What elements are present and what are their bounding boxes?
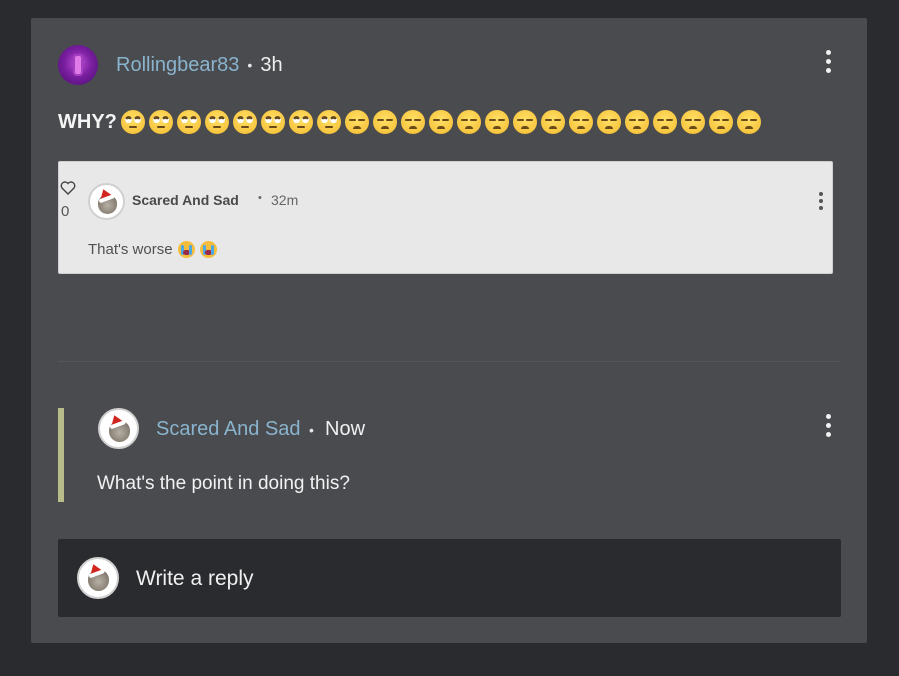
- unamused-emoji-icon: [680, 110, 705, 134]
- unamused-emoji-icon: [652, 110, 677, 134]
- post-card: Rollingbear83 • 3h WHY? 0 Scared And Sad…: [31, 18, 867, 643]
- unamused-emoji-icon: [736, 110, 761, 134]
- reply-text: What's the point in doing this?: [97, 473, 350, 494]
- unamused-emoji-icon: [428, 110, 453, 134]
- rolling-eyes-emoji-icon: [176, 110, 201, 134]
- reply-author-avatar[interactable]: [98, 408, 139, 449]
- post-text-prefix: WHY?: [58, 110, 117, 133]
- crying-emoji-icon: [199, 241, 217, 258]
- current-user-avatar: [77, 557, 119, 599]
- quoted-text: That's worse: [88, 241, 173, 258]
- author-avatar[interactable]: [58, 45, 98, 85]
- quoted-author-name[interactable]: Scared And Sad: [132, 192, 239, 208]
- rolling-eyes-emoji-icon: [120, 110, 145, 134]
- santa-hat-icon: [107, 412, 125, 428]
- unamused-emoji-icon: [568, 110, 593, 134]
- reply-comment: Scared And Sad • Now What's the point in…: [58, 408, 841, 502]
- post-timestamp: 3h: [260, 53, 283, 76]
- rolling-eyes-emoji-icon: [288, 110, 313, 134]
- rolling-eyes-emoji-icon: [232, 110, 257, 134]
- separator-dot: •: [258, 192, 262, 204]
- rolling-eyes-emoji-icon: [204, 110, 229, 134]
- quoted-comment[interactable]: 0 Scared And Sad • 32m That's worse: [58, 161, 833, 274]
- rolling-eyes-emoji-icon: [260, 110, 285, 134]
- santa-hat-icon: [86, 561, 104, 577]
- santa-hat-icon: [96, 186, 114, 202]
- separator-dot: •: [309, 422, 314, 438]
- post-more-options-icon[interactable]: [818, 48, 838, 74]
- separator-dot: •: [247, 57, 253, 73]
- reply-indicator-bar: [58, 408, 64, 502]
- heart-icon[interactable]: [60, 180, 76, 196]
- post-body: WHY?: [58, 110, 761, 134]
- post-author-link[interactable]: Rollingbear83: [116, 54, 239, 77]
- reply-more-options-icon[interactable]: [818, 412, 838, 438]
- divider: [58, 361, 841, 362]
- crying-emoji-icon: [177, 241, 195, 258]
- unamused-emoji-icon: [708, 110, 733, 134]
- rolling-eyes-emoji-icon: [148, 110, 173, 134]
- unamused-emoji-icon: [540, 110, 565, 134]
- reply-input[interactable]: Write a reply: [58, 539, 841, 617]
- avatar-figure-icon: [73, 54, 83, 76]
- rolling-eyes-emoji-icon: [316, 110, 341, 134]
- quoted-author-avatar[interactable]: [88, 183, 125, 220]
- quoted-comment-text: That's worse: [88, 241, 217, 258]
- reply-author-link[interactable]: Scared And Sad: [156, 418, 301, 441]
- unamused-emoji-icon: [512, 110, 537, 134]
- unamused-emoji-icon: [596, 110, 621, 134]
- unamused-emoji-icon: [484, 110, 509, 134]
- unamused-emoji-icon: [456, 110, 481, 134]
- unamused-emoji-icon: [344, 110, 369, 134]
- quoted-timestamp: 32m: [271, 192, 299, 208]
- unamused-emoji-icon: [372, 110, 397, 134]
- like-count: 0: [61, 203, 70, 220]
- reply-placeholder: Write a reply: [136, 567, 254, 590]
- post-emoji-row: [117, 110, 761, 134]
- post-header: Rollingbear83 • 3h: [58, 45, 283, 85]
- quoted-more-options-icon[interactable]: [811, 189, 831, 213]
- unamused-emoji-icon: [624, 110, 649, 134]
- reply-timestamp: Now: [325, 418, 366, 440]
- unamused-emoji-icon: [400, 110, 425, 134]
